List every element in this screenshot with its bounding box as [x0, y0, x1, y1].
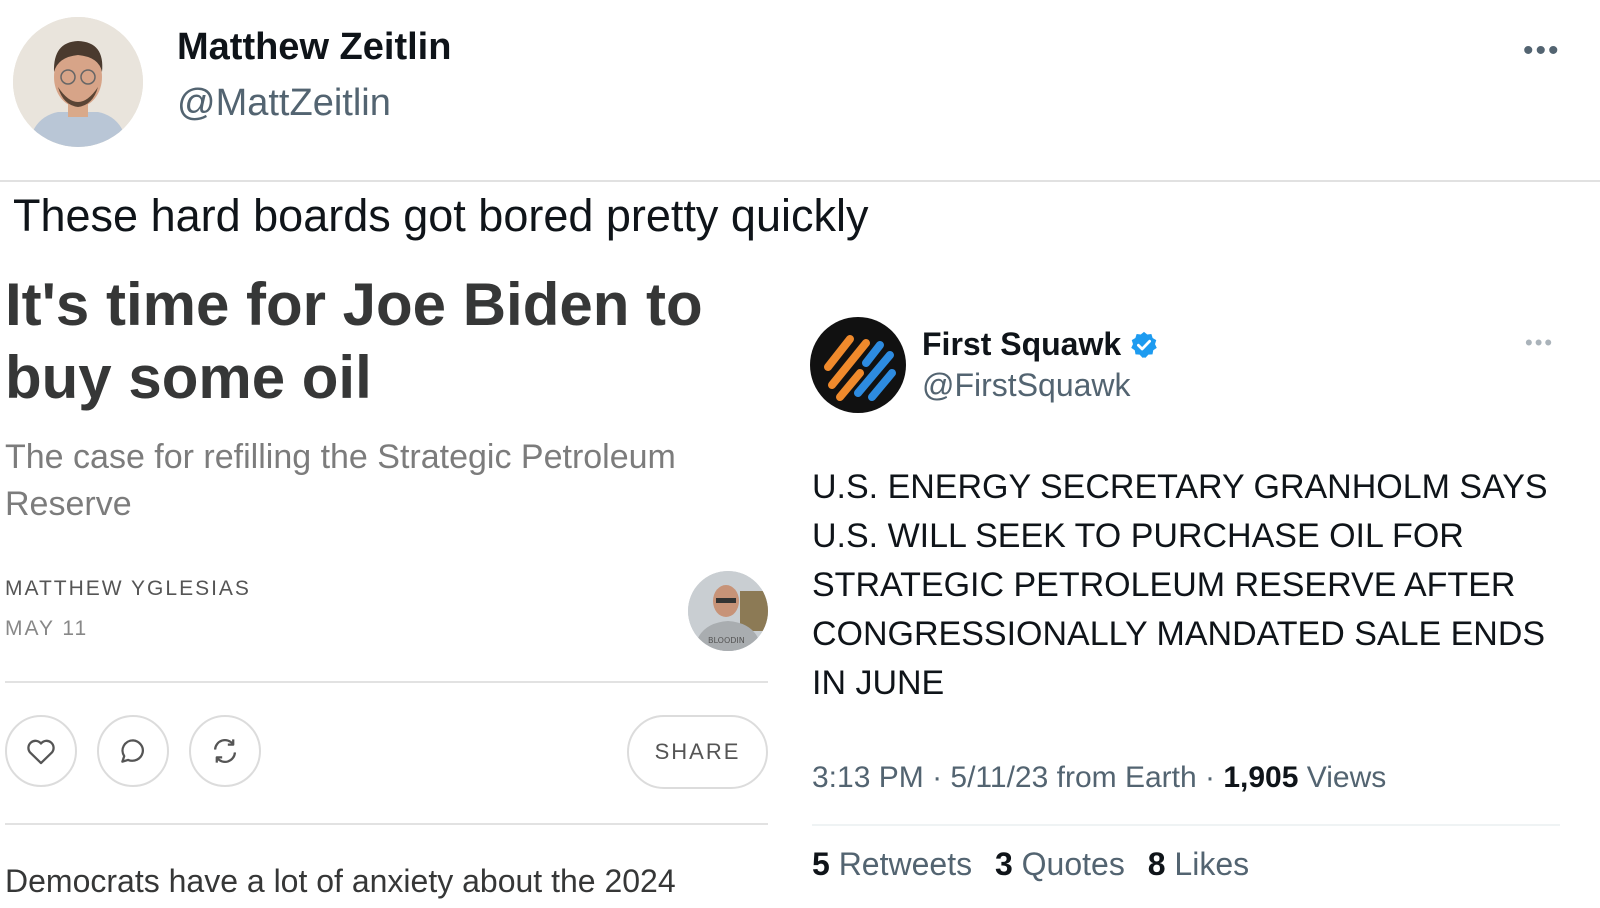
shirt-text: BLOODIN [708, 636, 745, 645]
more-icon[interactable]: ••• [1525, 330, 1554, 356]
comment-icon [121, 739, 144, 763]
tweet-metadata: 3:13 PM · 5/11/23 from Earth · 1,905 Vie… [812, 761, 1387, 794]
first-squawk-avatar[interactable] [810, 317, 906, 413]
article-date: MAY 11 [5, 617, 89, 640]
restack-button[interactable] [189, 715, 261, 787]
heart-icon [27, 739, 55, 765]
first-squawk-logo-icon [810, 317, 906, 413]
retweets-label: Retweets [838, 846, 973, 882]
engagement-stats: 5 Retweets 3 Quotes 8 Likes [812, 846, 1263, 883]
divider [0, 180, 1600, 182]
quotes-stat[interactable]: 3 Quotes [995, 846, 1125, 882]
likes-stat[interactable]: 8 Likes [1148, 846, 1249, 882]
restack-icon [213, 739, 237, 763]
user-handle[interactable]: @MattZeitlin [177, 82, 391, 125]
tweet-date[interactable]: 5/11/23 [950, 761, 1048, 794]
article-author-avatar[interactable]: BLOODIN [688, 571, 768, 651]
display-name[interactable]: Matthew Zeitlin [177, 26, 451, 69]
divider [812, 824, 1560, 826]
article-body-preview: Democrats have a lot of anxiety about th… [5, 863, 676, 899]
tweet-time[interactable]: 3:13 PM [812, 761, 924, 794]
quoted-user-handle[interactable]: @FirstSquawk [922, 367, 1131, 404]
retweets-stat[interactable]: 5 Retweets [812, 846, 972, 882]
quotes-count: 3 [994, 846, 1013, 882]
quoted-tweet-text: U.S. ENERGY SECRETARY GRANHOLM SAYS U.S.… [812, 468, 1548, 702]
divider [5, 823, 768, 825]
article-title[interactable]: It's time for Joe Biden to buy some oil [5, 268, 765, 414]
article-author[interactable]: MATTHEW YGLESIAS [5, 577, 251, 601]
comment-button[interactable] [97, 715, 169, 787]
author-avatar[interactable] [13, 17, 143, 147]
tweet-source: from Earth [1056, 761, 1197, 794]
quoted-display-name[interactable]: First Squawk [922, 326, 1121, 363]
divider [5, 681, 768, 683]
person-photo-icon: BLOODIN [688, 571, 768, 651]
share-button[interactable]: SHARE [627, 715, 768, 789]
views-count: 1,905 [1223, 761, 1299, 794]
article-subtitle: The case for refilling the Strategic Pet… [5, 438, 676, 523]
verified-badge-icon [1131, 331, 1157, 358]
tweet-text: These hard boards got bored pretty quick… [13, 190, 869, 241]
likes-label: Likes [1174, 846, 1250, 882]
like-button[interactable] [5, 715, 77, 787]
person-photo-icon [13, 17, 143, 147]
more-icon[interactable]: ••• [1523, 34, 1561, 68]
views-label: Views [1306, 761, 1387, 794]
retweets-count: 5 [812, 846, 830, 882]
likes-count: 8 [1147, 846, 1166, 882]
quotes-label: Quotes [1021, 846, 1125, 882]
